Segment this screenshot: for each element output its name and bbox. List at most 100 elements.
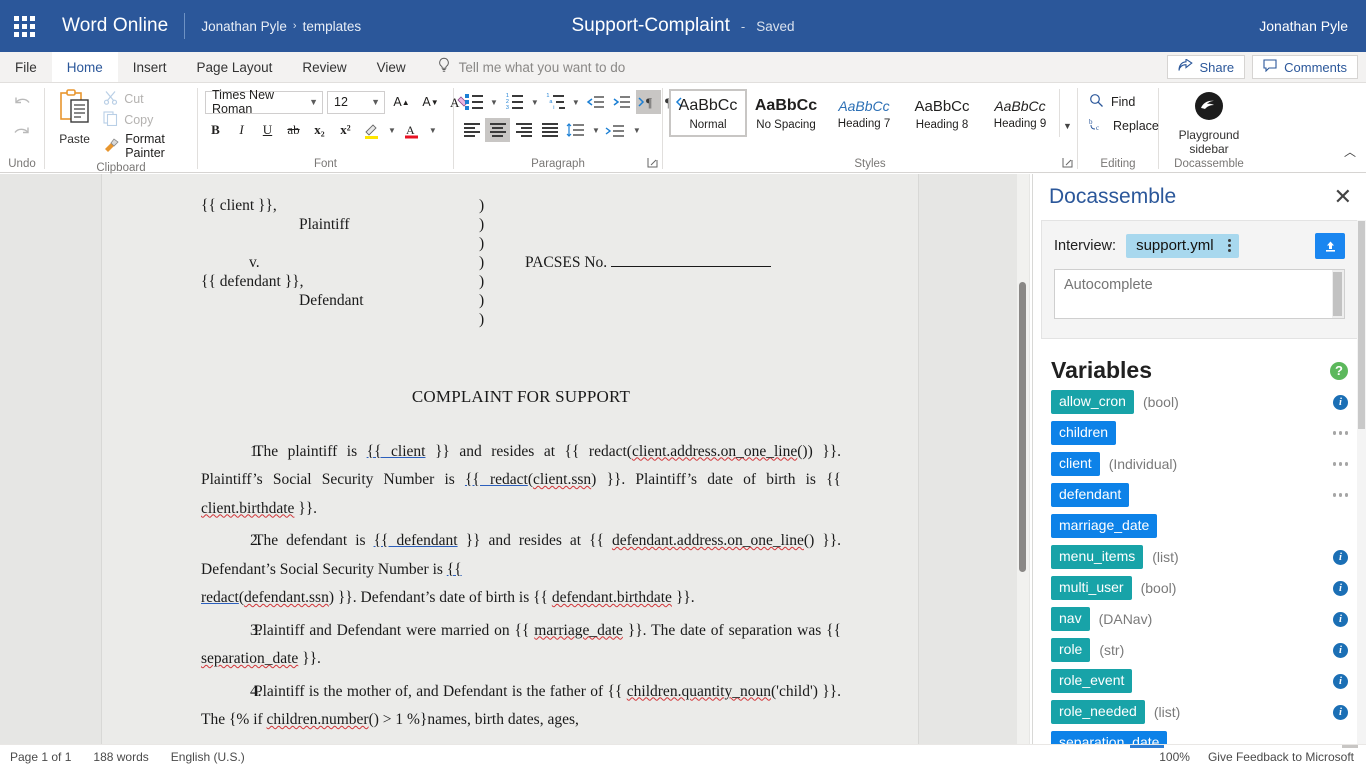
cut-button[interactable]: Cut [103,90,192,108]
chevron-down-icon[interactable]: ▼ [569,98,583,107]
variable-info-button[interactable]: i [1333,549,1348,565]
breadcrumb-folder[interactable]: templates [303,19,362,34]
increase-indent-icon[interactable] [610,90,635,114]
breadcrumb-user[interactable]: Jonathan Pyle [201,19,287,34]
multilevel-list-icon[interactable]: 1ai [543,90,568,114]
line-spacing-icon[interactable] [563,118,588,142]
format-painter-button[interactable]: Format Painter [103,132,192,160]
shrink-font-icon[interactable]: A ▼ [418,90,443,114]
style-heading-7[interactable]: AaBbCc Heading 7 [825,89,903,137]
font-size-select[interactable]: 12 ▼ [327,90,385,114]
variable-chip[interactable]: menu_items [1051,545,1144,569]
redo-arrow-icon[interactable] [7,119,37,147]
bullet-list-icon[interactable] [461,90,486,114]
italic-button[interactable]: I [229,118,254,142]
share-button[interactable]: Share [1167,55,1246,79]
variable-chip[interactable]: role_event [1051,669,1133,693]
sidebar-scrollbar[interactable] [1357,220,1366,744]
chevron-down-icon[interactable]: ▼ [528,98,542,107]
variable-menu-button[interactable] [1332,462,1348,466]
variable-chip[interactable]: defendant [1051,483,1130,507]
variable-chip[interactable]: role_needed [1051,700,1145,724]
dialog-launcher-icon[interactable] [1062,157,1073,171]
style-normal[interactable]: AaBbCc Normal [669,89,747,137]
font-family-select[interactable]: Times New Roman ▼ [205,88,323,116]
align-left-icon[interactable] [459,118,484,142]
tab-review[interactable]: Review [287,52,361,82]
undo-arrow-icon[interactable] [7,89,37,117]
page-count[interactable]: Page 1 of 1 [10,750,71,764]
document-scrollbar[interactable] [1017,174,1029,744]
autocomplete-scrollbar[interactable] [1332,270,1344,318]
variable-info-button[interactable]: i [1333,611,1348,627]
text-highlight-icon[interactable] [359,118,384,142]
variable-chip[interactable]: multi_user [1051,576,1132,600]
underline-button[interactable]: U [255,118,280,142]
sidebar-scrollbar-thumb[interactable] [1358,221,1365,429]
dialog-launcher-icon[interactable] [647,157,658,171]
chevron-down-icon[interactable]: ▼ [385,126,399,135]
variable-chip[interactable]: role [1051,638,1091,662]
tell-me-search[interactable]: Tell me what you want to do [437,52,625,82]
chevron-down-icon[interactable]: ▼ [589,126,603,135]
tab-insert[interactable]: Insert [118,52,182,82]
align-center-icon[interactable] [485,118,510,142]
close-icon[interactable]: ✕ [1334,186,1352,208]
superscript-button[interactable]: x² [333,118,358,142]
variable-chip[interactable]: nav [1051,607,1090,631]
document-title[interactable]: Support-Complaint [571,15,729,37]
bold-button[interactable]: B [203,118,228,142]
document-page[interactable]: {{ client }}, ) Plaintiff ) ) v. ) PACSE… [101,174,919,744]
kebab-menu-icon[interactable] [1227,239,1231,252]
app-launcher-icon[interactable] [0,0,48,52]
find-button[interactable]: Find [1089,93,1159,111]
tab-home[interactable]: Home [51,52,118,82]
playground-sidebar-button[interactable]: Playground sidebar [1164,87,1254,156]
variable-info-button[interactable]: i [1333,642,1348,658]
subscript-button[interactable]: x₂ [307,118,332,142]
variable-menu-button[interactable] [1332,431,1348,435]
variable-info-button[interactable]: i [1333,394,1348,410]
left-to-right-icon[interactable]: ¶ [635,90,661,114]
variable-chip[interactable]: marriage_date [1051,514,1158,538]
grow-font-icon[interactable]: A ▲ [389,90,414,114]
chevron-down-icon[interactable]: ▼ [630,126,644,135]
upload-icon[interactable] [1315,233,1345,259]
variable-menu-button[interactable] [1332,493,1348,497]
justify-icon[interactable] [537,118,562,142]
variable-info-button[interactable]: i [1333,704,1348,720]
variable-chip[interactable]: client [1051,452,1100,476]
comments-button[interactable]: Comments [1252,55,1358,79]
variable-chip[interactable]: separation_date [1051,731,1168,744]
account-name[interactable]: Jonathan Pyle [1259,0,1348,52]
style-heading-8[interactable]: AaBbCc Heading 8 [903,89,981,137]
document-body[interactable]: {{ client }}, ) Plaintiff ) ) v. ) PACSE… [201,196,841,735]
feedback-link[interactable]: Give Feedback to Microsoft [1208,750,1354,764]
language-indicator[interactable]: English (U.S.) [171,750,245,764]
numbered-list-icon[interactable]: 123 [502,90,527,114]
tab-view[interactable]: View [362,52,421,82]
chevron-down-icon[interactable]: ▼ [426,126,440,135]
paste-button[interactable]: Paste [50,87,99,146]
tab-file[interactable]: File [0,52,52,82]
font-color-button[interactable]: A [400,118,425,142]
style-heading-9[interactable]: AaBbCc Heading 9 [981,89,1059,137]
tab-page-layout[interactable]: Page Layout [182,52,288,82]
autocomplete-scrollbar-thumb[interactable] [1333,272,1342,316]
paragraph-spacing-icon[interactable] [604,118,629,142]
chevron-down-icon[interactable]: ▼ [487,98,501,107]
styles-more-button[interactable]: ▼ [1059,89,1075,137]
zoom-level[interactable]: 100% [1159,750,1190,764]
variable-chip[interactable]: children [1051,421,1117,445]
decrease-indent-icon[interactable] [584,90,609,114]
autocomplete-input[interactable] [1054,269,1345,319]
variable-info-button[interactable]: i [1333,580,1348,596]
strikethrough-button[interactable]: ab [281,118,306,142]
app-name[interactable]: Word Online [62,15,168,37]
help-icon[interactable]: ? [1330,361,1348,380]
style-no-spacing[interactable]: AaBbCc No Spacing [747,89,825,137]
interview-value-chip[interactable]: support.yml [1126,234,1239,258]
replace-button[interactable]: bc Replace [1089,117,1159,135]
copy-button[interactable]: Copy [103,111,192,129]
variable-chip[interactable]: allow_cron [1051,390,1134,414]
